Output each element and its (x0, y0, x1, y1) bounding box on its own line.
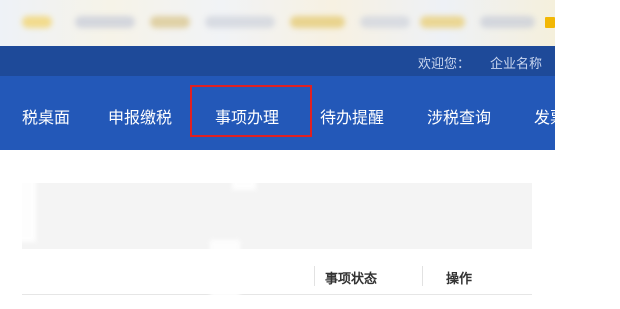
welcome-label: 欢迎您： (418, 57, 471, 72)
nav-item-declare-pay[interactable]: 申报缴税 (108, 104, 172, 128)
banner-strip (0, 0, 555, 46)
redaction-smudge (210, 240, 240, 300)
redaction-smudge (0, 172, 36, 242)
banner-blur (150, 16, 190, 28)
content-panel (22, 183, 532, 249)
nav-item-tax-desktop[interactable]: 税桌面 (22, 104, 70, 128)
nav-item-invoice[interactable]: 发票 (534, 104, 566, 128)
nav-item-tax-query[interactable]: 涉税查询 (427, 104, 491, 128)
banner-blur (75, 16, 135, 28)
banner-blur (290, 16, 345, 28)
column-divider (422, 266, 423, 286)
banner-blur (420, 16, 465, 28)
column-header-status: 事项状态 (325, 272, 378, 287)
company-name[interactable]: 企业名称 (490, 53, 542, 72)
nav-item-todo-reminder[interactable]: 待办提醒 (320, 104, 384, 128)
banner-blur (360, 16, 410, 28)
welcome-bar: 欢迎您： 企业名称 (0, 46, 555, 76)
column-divider (314, 266, 315, 286)
table-header: 事项状态 操作 (22, 258, 532, 295)
highlight-box (190, 85, 312, 137)
folder-icon (545, 17, 555, 28)
redaction-smudge (232, 172, 256, 190)
banner-blur (22, 16, 52, 28)
banner-blur (205, 16, 275, 28)
app-frame: 欢迎您： 企业名称 税桌面 申报缴税 事项办理 待办提醒 涉税查询 发票 事项状… (0, 0, 620, 309)
column-header-actions: 操作 (446, 272, 473, 287)
banner-blur (480, 16, 535, 28)
